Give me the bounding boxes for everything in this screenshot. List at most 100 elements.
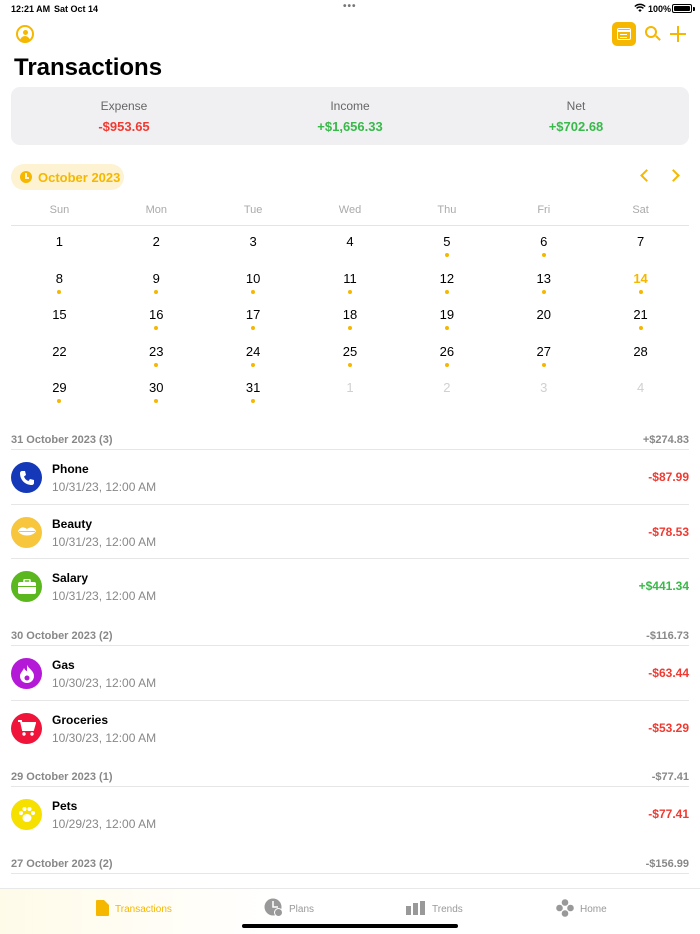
chevron-left-icon[interactable] [640, 169, 653, 182]
tab-home[interactable]: Home [556, 898, 607, 919]
transaction-dot [251, 399, 256, 404]
summary-label: Income [330, 99, 370, 113]
calendar-day[interactable]: 5 [398, 226, 495, 263]
calendar-day-number: 1 [55, 234, 64, 249]
calendar-day[interactable]: 24 [205, 336, 302, 373]
section-header: 29 October 2023 (1) -$77.41 [11, 767, 689, 788]
calendar-day-number: 7 [636, 234, 645, 249]
transaction-date: 10/31/23, 12:00 AM [52, 534, 157, 549]
calendar-day[interactable]: 27 [495, 336, 592, 373]
phone-icon [11, 462, 42, 493]
calendar-day-number: 4 [636, 380, 645, 396]
month-label: October 2023 [38, 170, 121, 185]
search-icon[interactable] [645, 26, 661, 42]
status-bar: 12:21 AM Sat Oct 14 ••• 100% [0, 0, 700, 18]
summary-label: Net [566, 99, 586, 113]
calendar-day[interactable]: 7 [592, 226, 689, 263]
transaction-row[interactable]: Gas 10/30/23, 12:00 AM -$63.44 [11, 646, 689, 701]
calendar-icon[interactable] [612, 22, 636, 46]
calendar-day[interactable]: 13 [495, 263, 592, 300]
calendar-day-number: 14 [633, 270, 648, 286]
summary-value: +$1,656.33 [317, 119, 383, 134]
calendar-day[interactable]: 10 [205, 263, 302, 300]
calendar-day[interactable]: 4 [302, 226, 399, 263]
calendar-day[interactable]: 2 [398, 372, 495, 409]
transaction-dot [444, 253, 449, 257]
calendar-day[interactable]: 18 [302, 299, 399, 336]
summary-income: Income +$1,656.33 [237, 87, 463, 145]
chevron-right-icon[interactable] [667, 169, 680, 182]
section-date: 31 October 2023 (3) [11, 434, 113, 446]
calendar-day[interactable]: 1 [302, 372, 399, 409]
tab-transactions[interactable]: Transactions [96, 899, 172, 919]
calendar-day-number: 20 [536, 307, 551, 323]
transaction-name: Salary [52, 571, 89, 586]
transaction-dot [638, 289, 643, 294]
multitasking-dots-icon[interactable]: ••• [343, 1, 357, 12]
calendar-day-today[interactable]: 14 [592, 263, 689, 300]
calendar-day[interactable]: 30 [108, 372, 205, 409]
calendar-day[interactable]: 16 [108, 299, 205, 336]
transaction-row[interactable]: Beauty 10/31/23, 12:00 AM -$78.53 [11, 505, 689, 560]
briefcase-icon [11, 571, 42, 603]
calendar-day[interactable]: 29 [11, 372, 108, 409]
flame-icon [11, 658, 42, 690]
calendar-day[interactable]: 3 [205, 226, 302, 263]
calendar-day[interactable]: 6 [495, 226, 592, 263]
calendar-day[interactable]: 26 [398, 336, 495, 373]
summary-expense: Expense -$953.65 [11, 87, 237, 145]
calendar-day-number: 31 [245, 380, 261, 396]
calendar-day[interactable]: 2 [108, 226, 205, 263]
calendar-day[interactable]: 9 [108, 263, 205, 300]
calendar-day[interactable]: 1 [11, 226, 108, 263]
page-title: Transactions [14, 54, 163, 81]
weekday-label: Fri [537, 204, 551, 216]
calendar-day[interactable]: 22 [11, 336, 108, 373]
home-indicator [242, 924, 458, 928]
section-date: 30 October 2023 (2) [11, 630, 113, 643]
calendar-day[interactable]: 11 [302, 263, 399, 300]
transaction-dot [638, 326, 643, 331]
transaction-row[interactable]: Groceries 10/30/23, 12:00 AM -$53.29 [11, 701, 689, 756]
section-total: -$156.99 [645, 858, 689, 871]
transaction-row[interactable]: Pets 10/29/23, 12:00 AM -$77.41 [11, 787, 689, 842]
profile-icon[interactable] [16, 25, 34, 43]
calendar-day-number: 8 [55, 270, 64, 286]
transaction-dot [57, 289, 62, 294]
calendar-day[interactable]: 17 [205, 299, 302, 336]
calendar-day[interactable]: 28 [592, 336, 689, 373]
calendar-day-number: 24 [245, 343, 261, 359]
section-date: 29 October 2023 (1) [11, 771, 113, 784]
transaction-amount: -$77.41 [648, 807, 689, 822]
calendar-day-number: 2 [443, 380, 451, 396]
transaction-row[interactable]: Salary 10/31/23, 12:00 AM +$441.34 [11, 559, 689, 614]
transaction-dot [154, 326, 159, 331]
tab-plans[interactable]: Plans [264, 898, 315, 919]
section-total: +$274.83 [642, 434, 689, 446]
calendar-day[interactable]: 19 [398, 299, 495, 336]
status-time: 12:21 AM [11, 4, 51, 14]
month-picker-button[interactable]: October 2023 [11, 164, 124, 190]
calendar-day[interactable]: 8 [11, 263, 108, 300]
calendar-day[interactable]: 12 [398, 263, 495, 300]
calendar-day-number: 17 [245, 307, 261, 323]
transaction-row[interactable]: Phone 10/31/23, 12:00 AM -$87.99 [11, 450, 689, 505]
tab-trends[interactable]: Trends [406, 899, 463, 919]
calendar-day[interactable]: 25 [302, 336, 399, 373]
calendar-day[interactable]: 3 [495, 372, 592, 409]
transaction-amount: +$441.34 [638, 579, 689, 594]
calendar-day[interactable]: 20 [495, 299, 592, 336]
summary-value: -$953.65 [98, 119, 150, 134]
calendar-day-number: 22 [52, 343, 67, 359]
calendar-day[interactable]: 15 [11, 299, 108, 336]
calendar-day[interactable]: 21 [592, 299, 689, 336]
calendar-day[interactable]: 31 [205, 372, 302, 409]
tab-label: Plans [289, 903, 315, 915]
calendar-grid: 1 2 3 4 5 6 7 8 9 10 11 12 13 14 15 16 17 18 19 20 21 22 23 24 2… [11, 226, 689, 409]
calendar-day-number: 6 [540, 234, 548, 249]
plus-icon[interactable] [670, 26, 686, 42]
calendar-day-number: 2 [152, 234, 160, 249]
calendar-day[interactable]: 23 [108, 336, 205, 373]
calendar-day[interactable]: 4 [592, 372, 689, 409]
